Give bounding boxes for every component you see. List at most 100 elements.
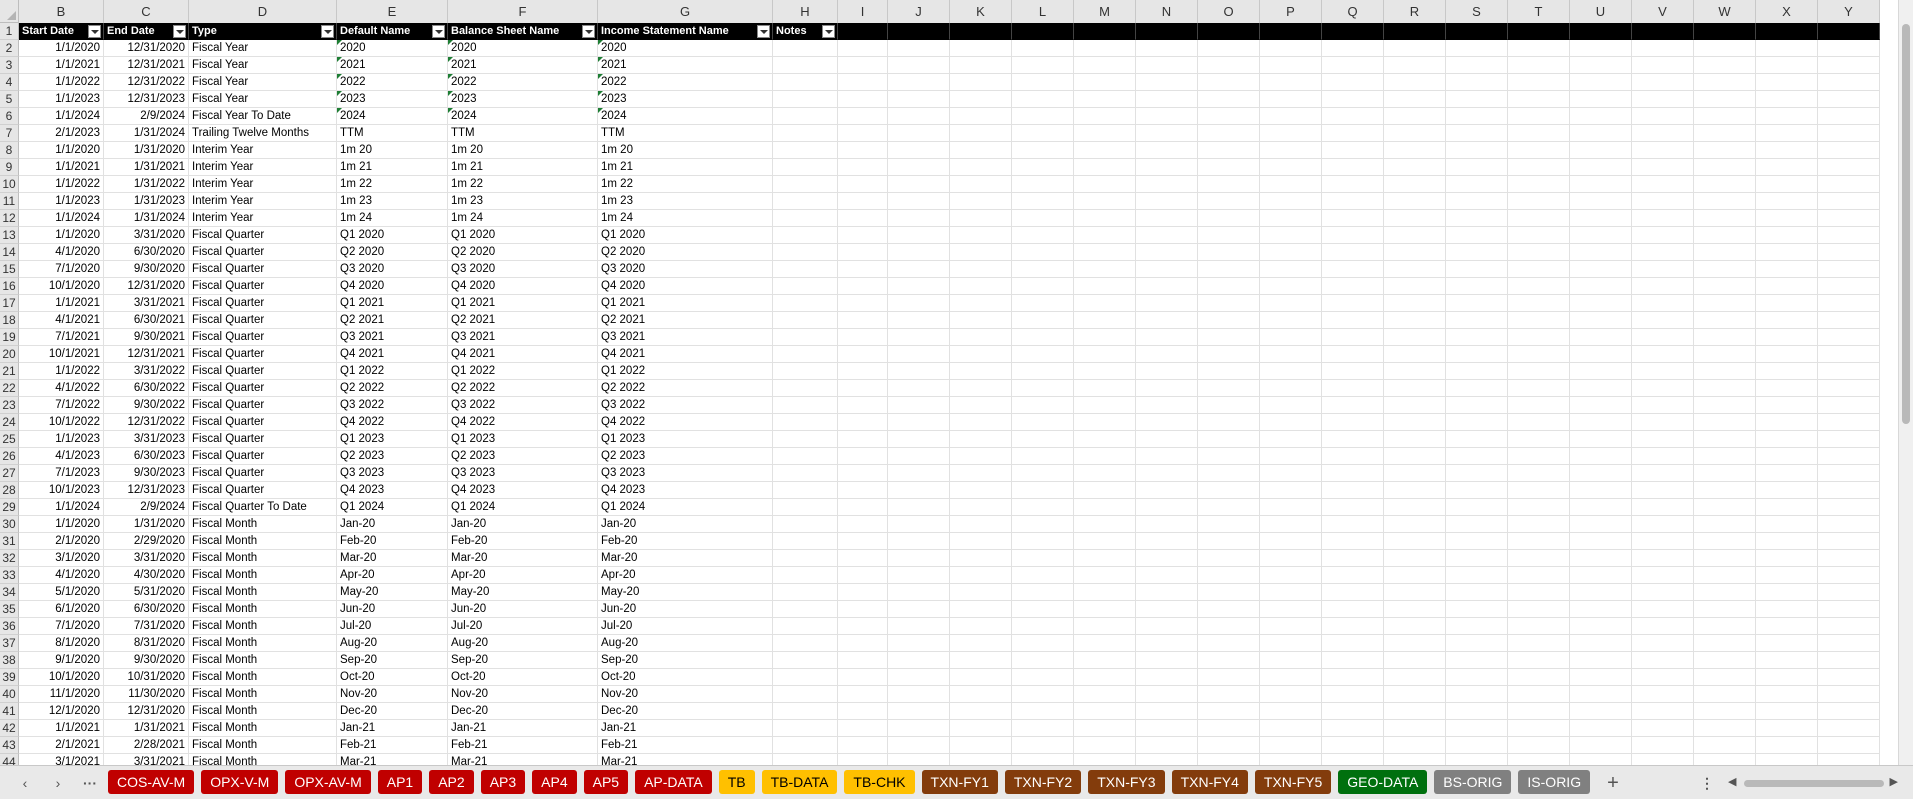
sheet-tab[interactable]: TXN-FY2 [1004,770,1082,794]
table-cell[interactable]: Apr-20 [337,567,448,584]
empty-cell[interactable] [1136,108,1198,125]
empty-cell[interactable] [1136,210,1198,227]
table-cell[interactable]: Interim Year [189,159,337,176]
empty-cell[interactable] [1508,329,1570,346]
empty-cell[interactable] [1756,482,1818,499]
table-cell[interactable]: 2/28/2021 [104,737,189,754]
empty-cell[interactable] [1136,244,1198,261]
table-cell[interactable]: Oct-20 [337,669,448,686]
empty-cell[interactable] [1384,74,1446,91]
empty-cell[interactable] [1632,584,1694,601]
empty-cell[interactable] [1818,142,1880,159]
table-cell[interactable]: Fiscal Month [189,584,337,601]
sheet-tab[interactable]: TB-DATA [761,770,838,794]
empty-cell[interactable] [1136,584,1198,601]
table-cell[interactable]: Q1 2020 [448,227,598,244]
empty-cell[interactable] [1818,159,1880,176]
empty-cell[interactable] [888,414,950,431]
empty-cell[interactable] [1384,754,1446,765]
empty-cell[interactable] [1384,23,1446,40]
empty-cell[interactable] [1508,737,1570,754]
sheet-tab[interactable]: OPX-V-M [201,770,279,794]
table-cell[interactable]: 1/31/2024 [104,210,189,227]
empty-cell[interactable] [1756,108,1818,125]
empty-cell[interactable] [1012,703,1074,720]
table-cell[interactable]: 7/1/2020 [19,618,104,635]
empty-cell[interactable] [1756,516,1818,533]
column-header[interactable]: J [888,0,950,23]
table-cell[interactable]: 4/1/2021 [19,312,104,329]
table-cell[interactable]: 10/31/2020 [104,669,189,686]
empty-cell[interactable] [888,686,950,703]
empty-cell[interactable] [838,516,888,533]
table-cell[interactable] [773,210,838,227]
empty-cell[interactable] [1012,652,1074,669]
empty-cell[interactable] [1136,397,1198,414]
empty-cell[interactable] [1632,431,1694,448]
empty-cell[interactable] [950,346,1012,363]
table-cell[interactable] [773,533,838,550]
empty-cell[interactable] [1570,295,1632,312]
empty-cell[interactable] [888,108,950,125]
table-cell[interactable]: Q3 2020 [448,261,598,278]
table-cell[interactable]: TTM [598,125,773,142]
empty-cell[interactable] [1694,550,1756,567]
empty-cell[interactable] [1508,278,1570,295]
vertical-scroll-thumb[interactable] [1902,24,1910,424]
table-cell[interactable]: 2/9/2024 [104,108,189,125]
table-cell[interactable]: 3/1/2020 [19,550,104,567]
empty-cell[interactable] [1012,312,1074,329]
empty-cell[interactable] [1818,329,1880,346]
empty-cell[interactable] [1756,295,1818,312]
row-header[interactable]: 23 [0,397,19,414]
empty-cell[interactable] [1632,329,1694,346]
empty-cell[interactable] [1570,601,1632,618]
empty-cell[interactable] [888,482,950,499]
row-header[interactable]: 44 [0,754,19,765]
scroll-left-icon[interactable]: ◀ [1728,775,1736,788]
empty-cell[interactable] [1756,567,1818,584]
empty-cell[interactable] [1074,312,1136,329]
table-cell[interactable]: Q3 2021 [337,329,448,346]
empty-cell[interactable] [1198,193,1260,210]
empty-cell[interactable] [1632,295,1694,312]
empty-cell[interactable] [1570,108,1632,125]
sheet-tab[interactable]: TXN-FY4 [1171,770,1248,794]
table-cell[interactable]: 1m 21 [448,159,598,176]
table-cell[interactable]: Mar-21 [598,754,773,765]
empty-cell[interactable] [1508,159,1570,176]
row-header[interactable]: 25 [0,431,19,448]
empty-cell[interactable] [1508,567,1570,584]
empty-cell[interactable] [1694,703,1756,720]
empty-cell[interactable] [1446,244,1508,261]
sheet-tab[interactable]: AP5 [583,770,629,794]
empty-cell[interactable] [1632,601,1694,618]
empty-cell[interactable] [1136,669,1198,686]
row-header[interactable]: 19 [0,329,19,346]
table-cell[interactable]: Fiscal Quarter [189,431,337,448]
empty-cell[interactable] [1694,686,1756,703]
empty-cell[interactable] [1198,533,1260,550]
empty-cell[interactable] [1632,23,1694,40]
empty-cell[interactable] [1694,584,1756,601]
empty-cell[interactable] [1260,397,1322,414]
table-cell[interactable]: Q1 2021 [337,295,448,312]
empty-cell[interactable] [1508,431,1570,448]
empty-cell[interactable] [1012,210,1074,227]
table-cell[interactable]: Fiscal Quarter [189,465,337,482]
empty-cell[interactable] [888,703,950,720]
empty-cell[interactable] [1756,737,1818,754]
empty-cell[interactable] [1570,176,1632,193]
empty-cell[interactable] [1136,159,1198,176]
empty-cell[interactable] [1446,142,1508,159]
empty-cell[interactable] [950,159,1012,176]
empty-cell[interactable] [1260,244,1322,261]
table-cell[interactable]: 4/1/2023 [19,448,104,465]
table-cell[interactable]: 2022 [337,74,448,91]
table-cell[interactable]: Q1 2021 [598,295,773,312]
empty-cell[interactable] [1570,448,1632,465]
empty-cell[interactable] [1198,159,1260,176]
empty-cell[interactable] [1508,346,1570,363]
empty-cell[interactable] [1074,108,1136,125]
table-cell[interactable]: 7/1/2020 [19,261,104,278]
